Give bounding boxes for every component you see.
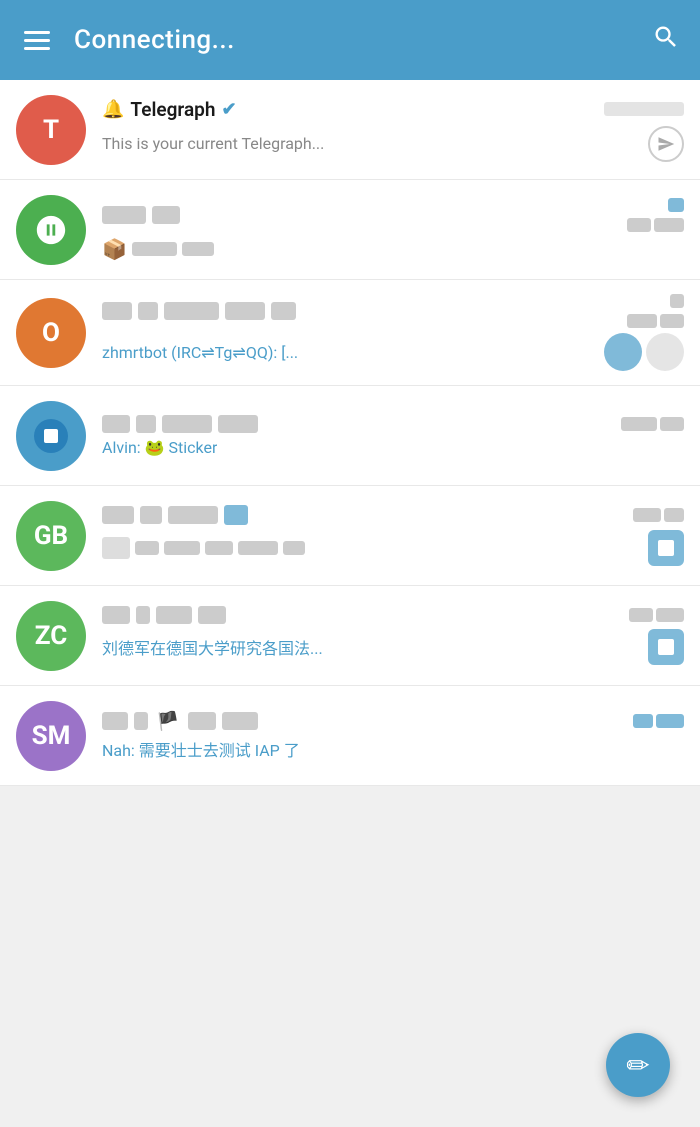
chat-name: [102, 206, 627, 224]
list-item[interactable]: T 🔔 Telegraph ✔ This is your current Tel…: [0, 80, 700, 180]
avatar: [16, 195, 86, 265]
preview-row: zhmrtbot (IRC⇌Tg⇌QQ): [..​.: [102, 333, 684, 371]
verified-badge: ✔: [221, 99, 236, 120]
compose-fab[interactable]: ✏: [606, 1033, 670, 1097]
compose-icon: ✏: [626, 1049, 649, 1082]
avatar: SM: [16, 701, 86, 771]
avatar: O: [16, 298, 86, 368]
chat-header: [102, 415, 684, 433]
list-item[interactable]: Alvin: 🐸 Sticker: [0, 386, 700, 486]
preview-row: 刘德军在德国大学研究各国法...: [102, 629, 684, 665]
chat-header: [102, 198, 684, 232]
share-icon[interactable]: [648, 126, 684, 162]
search-button[interactable]: [652, 23, 680, 58]
chat-preview: Nah: 需要壮士去测试 IAP 了: [102, 737, 300, 761]
mute-icon: 🔔: [102, 99, 124, 120]
chat-content: 刘德军在德国大学研究各国法...: [102, 606, 684, 665]
topbar-title: Connecting...: [74, 25, 632, 55]
chat-content: 📦: [102, 198, 684, 261]
chat-content: Alvin: 🐸 Sticker: [102, 415, 684, 457]
topbar: Connecting...: [0, 0, 700, 80]
chat-name: 🏴: [102, 710, 633, 732]
chat-preview: zhmrtbot (IRC⇌Tg⇌QQ): [..​.: [102, 343, 298, 362]
chat-name: [102, 505, 633, 525]
chat-name: [102, 415, 621, 433]
avatar: T: [16, 95, 86, 165]
preview-row: This is your current Telegraph...: [102, 126, 684, 162]
chat-header: 🔔 Telegraph ✔: [102, 98, 684, 121]
avatar: ZC: [16, 601, 86, 671]
list-item[interactable]: SM 🏴: [0, 686, 700, 786]
chat-content: 🔔 Telegraph ✔ This is your current Teleg…: [102, 98, 684, 162]
chat-header: [102, 294, 684, 328]
chat-name: [102, 302, 627, 320]
avatar: [16, 401, 86, 471]
chat-name: 🔔 Telegraph ✔: [102, 98, 604, 121]
list-item[interactable]: O: [0, 280, 700, 386]
chat-header: [102, 606, 684, 624]
preview-row: Alvin: 🐸 Sticker: [102, 438, 684, 457]
chat-preview: Alvin: 🐸 Sticker: [102, 438, 217, 457]
preview-row: [102, 530, 684, 566]
list-item[interactable]: 📦: [0, 180, 700, 280]
chat-content: [102, 505, 684, 566]
list-item[interactable]: ZC: [0, 586, 700, 686]
chat-name: [102, 606, 629, 624]
chat-header: 🏴: [102, 710, 684, 732]
time-blurred: [604, 102, 684, 116]
chat-content: zhmrtbot (IRC⇌Tg⇌QQ): [..​.: [102, 294, 684, 371]
chat-content: 🏴 Nah: 需要壮士去测试 IAP 了: [102, 710, 684, 761]
preview-row: Nah: 需要壮士去测试 IAP 了: [102, 737, 684, 761]
menu-button[interactable]: [20, 27, 54, 54]
name-blurred: [102, 206, 180, 224]
chat-list: T 🔔 Telegraph ✔ This is your current Tel…: [0, 80, 700, 786]
right-col: [604, 102, 684, 116]
avatar: GB: [16, 501, 86, 571]
chat-preview: This is your current Telegraph...: [102, 134, 324, 153]
preview-row: 📦: [102, 237, 684, 261]
list-item[interactable]: GB: [0, 486, 700, 586]
chat-header: [102, 505, 684, 525]
chat-preview: 刘德军在德国大学研究各国法...: [102, 635, 323, 659]
